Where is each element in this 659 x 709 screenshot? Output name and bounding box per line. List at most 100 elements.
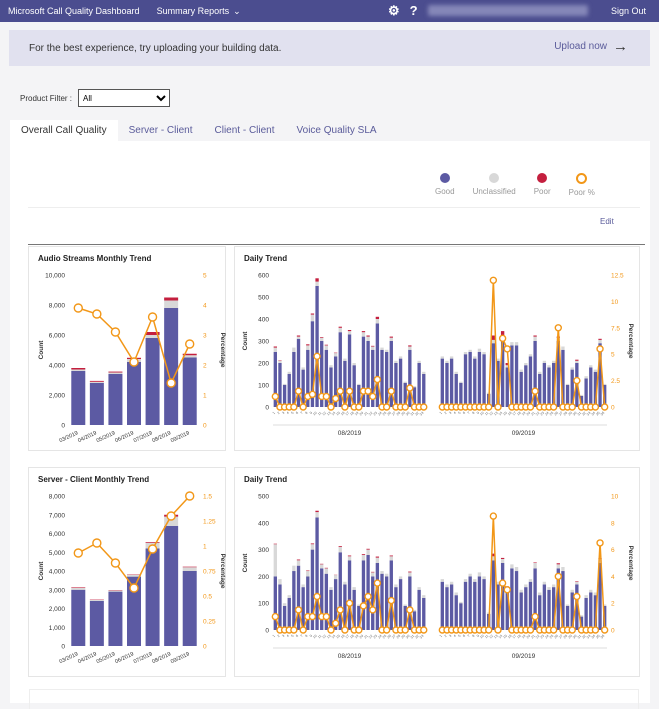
bar-good: [348, 560, 351, 630]
bar-unclassified: [353, 363, 356, 365]
bar-unclassified: [445, 584, 448, 587]
month-group-label: 09/2019: [512, 430, 536, 437]
bar-unclassified: [376, 319, 379, 323]
bar-poor: [533, 336, 536, 337]
bar-unclassified: [455, 592, 458, 595]
bar-poor: [366, 336, 369, 337]
poor-pct-point: [323, 614, 329, 620]
y2-tick-label: 1: [203, 544, 207, 551]
summary-reports-menu[interactable]: Summary Reports ⌄: [157, 6, 241, 17]
poor-pct-point: [186, 340, 194, 348]
day-tick-label: 7: [467, 634, 471, 638]
y2-tick-label: 7.5: [611, 325, 620, 332]
y2-axis-label: Percentage: [219, 332, 226, 367]
bar-unclassified: [571, 367, 574, 369]
bar-poor: [311, 314, 314, 315]
bar-unclassified: [274, 544, 277, 576]
help-icon[interactable]: ?: [410, 3, 418, 19]
bar-unclassified: [482, 576, 485, 579]
tab-overall-call-quality[interactable]: Overall Call Quality: [10, 120, 118, 141]
bar-good: [473, 582, 476, 630]
y2-tick-label: 3: [203, 333, 207, 340]
bar-poor: [297, 336, 300, 337]
upload-now-label: Upload now: [554, 41, 607, 52]
day-tick-label: 2: [443, 634, 447, 638]
bar-unclassified: [529, 579, 532, 582]
y-axis-label: Count: [38, 561, 45, 581]
server-client-daily-card: Daily Trend 01002003004005000246810Count…: [234, 467, 640, 677]
bar-good: [183, 358, 197, 426]
bar-poor: [501, 558, 504, 559]
x-tick-label: 05/2019: [96, 651, 117, 665]
poor-pct-point: [374, 580, 380, 586]
y2-axis-label: Percentage: [219, 553, 226, 588]
bar-unclassified: [557, 564, 560, 568]
bar-poor: [557, 563, 560, 564]
bar-good: [399, 579, 402, 630]
legend-poor[interactable]: Poor: [534, 173, 551, 197]
y-tick-label: 2,000: [49, 606, 66, 613]
x-tick-label: 05/2019: [96, 430, 117, 444]
bar-good: [385, 352, 388, 407]
bar-unclassified: [538, 372, 541, 374]
y2-tick-label: 0: [611, 405, 615, 412]
app-title[interactable]: Microsoft Call Quality Dashboard: [8, 6, 140, 16]
bar-good: [408, 576, 411, 630]
y-tick-label: 0: [61, 644, 65, 651]
gear-icon[interactable]: ⚙: [388, 3, 400, 19]
bar-unclassified: [90, 600, 104, 601]
upload-now-link[interactable]: Upload now →: [554, 41, 628, 52]
bar-unclassified: [357, 384, 360, 385]
day-tick-label: 3: [448, 411, 452, 415]
x-tick-label: 08/2019: [151, 651, 172, 665]
bar-unclassified: [561, 347, 564, 350]
tab-voice-quality-sla[interactable]: Voice Quality SLA: [286, 120, 388, 141]
poor-pct-point: [342, 404, 348, 410]
day-tick-label: 4: [453, 634, 457, 638]
bar-unclassified: [306, 345, 309, 349]
bar-unclassified: [329, 365, 332, 367]
y2-tick-label: 5: [203, 273, 207, 280]
edit-link[interactable]: Edit: [600, 217, 614, 226]
bar-unclassified: [566, 605, 569, 606]
poor-pct-point: [370, 607, 376, 613]
bar-good: [450, 359, 453, 407]
bar-unclassified: [399, 356, 402, 358]
tab-server-client[interactable]: Server - Client: [118, 120, 204, 141]
bar-good: [408, 350, 411, 407]
legend-unclassified-label: Unclassified: [473, 187, 516, 196]
legend-unclassified-swatch: [489, 173, 499, 183]
bar-good: [417, 363, 420, 407]
poor-pct-point: [384, 404, 390, 410]
poor-pct-point: [328, 627, 334, 633]
bar-poor: [274, 544, 277, 545]
bar-good: [362, 560, 365, 630]
poor-pct-point: [337, 607, 343, 613]
legend-unclassified[interactable]: Unclassified: [473, 173, 516, 197]
poor-pct-point: [333, 396, 339, 402]
day-tick-label: 5: [290, 411, 294, 415]
bar-poor: [311, 543, 314, 544]
day-tick-label: 8: [471, 634, 475, 638]
legend-good[interactable]: Good: [435, 173, 455, 197]
x-tick-label: 04/2019: [77, 430, 98, 444]
bar-unclassified: [566, 384, 569, 385]
y-tick-label: 600: [258, 273, 269, 280]
product-filter-select[interactable]: All: [78, 89, 170, 107]
bar-unclassified: [547, 587, 550, 590]
sign-out-link[interactable]: Sign Out: [611, 6, 646, 16]
bar-unclassified: [292, 566, 295, 571]
tab-client-client[interactable]: Client - Client: [204, 120, 286, 141]
audio-daily-chart: 010020030040050060002.557.51012.5CountPe…: [235, 247, 641, 452]
bar-poor: [108, 372, 122, 373]
bar-good: [441, 359, 444, 407]
y2-tick-label: 8: [611, 520, 615, 527]
legend-poor-pct[interactable]: Poor %: [569, 173, 595, 197]
y-tick-label: 500: [258, 295, 269, 302]
y-tick-label: 0: [61, 423, 65, 430]
day-tick-label: 6: [295, 411, 299, 415]
bar-good: [315, 517, 318, 630]
poor-pct-point: [574, 378, 580, 384]
bar-unclassified: [584, 595, 587, 598]
bar-good: [584, 378, 587, 407]
